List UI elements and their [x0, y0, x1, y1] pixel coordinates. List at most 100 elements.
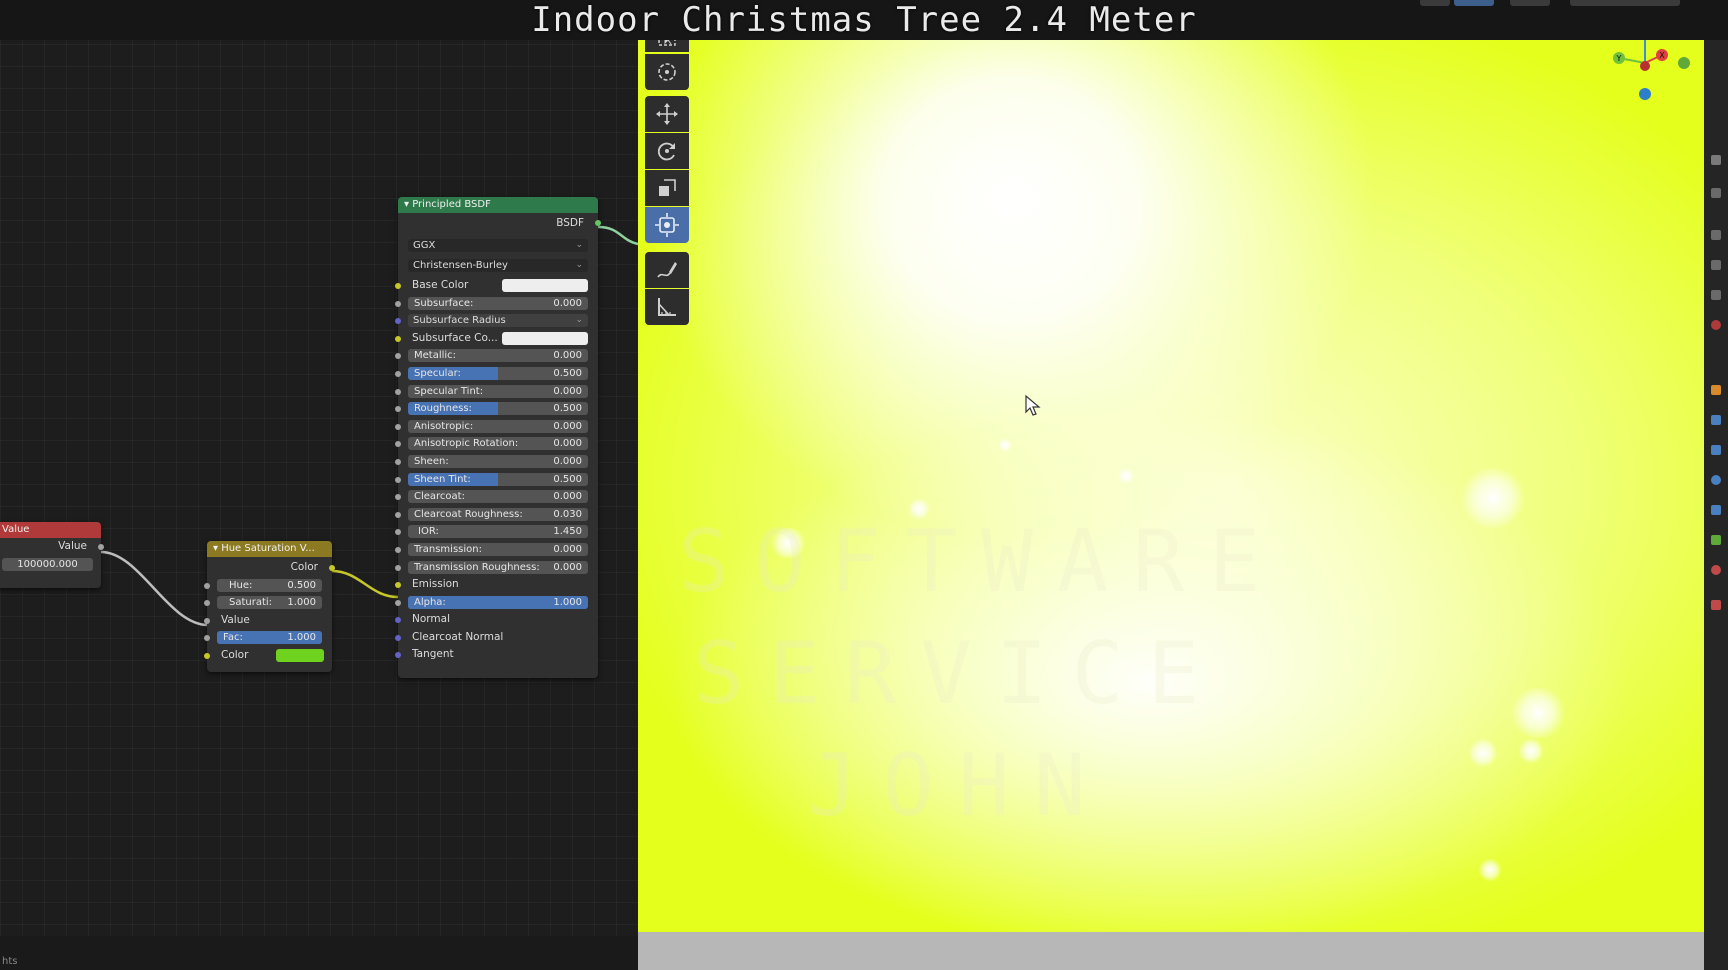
collapse-arrow-icon[interactable]: ▾: [404, 199, 412, 210]
gizmo-neg-z-handle[interactable]: [1639, 88, 1651, 100]
value-output-socket[interactable]: [98, 544, 104, 550]
normal-socket[interactable]: [395, 617, 401, 624]
viewport-3d[interactable]: SOFTWARE SERVICE JOHN: [638, 38, 1704, 932]
base-color-swatch[interactable]: [502, 279, 588, 292]
sheen-socket[interactable]: [395, 458, 401, 465]
collapse-arrow-icon[interactable]: ▾: [213, 543, 221, 554]
fac-socket[interactable]: [204, 635, 210, 642]
transmission-roughness-field[interactable]: Transmission Roughness: 0.000: [408, 560, 588, 574]
saturation-field[interactable]: Saturati: 1.000: [217, 596, 322, 610]
subsurface-radius-socket[interactable]: [395, 318, 401, 325]
node-editor[interactable]: Value Value 100000.000 ▾ Hue Saturation …: [0, 0, 638, 970]
principled-bsdf-node[interactable]: ▾ Principled BSDF BSDF GGX ⌄ Christensen-…: [395, 197, 601, 678]
move-tool[interactable]: [645, 96, 689, 132]
hue-field[interactable]: Hue: 0.500: [217, 578, 322, 592]
ior-socket[interactable]: [395, 529, 401, 536]
tangent-socket[interactable]: [395, 652, 401, 659]
metallic-field[interactable]: Metallic: 0.000: [408, 349, 588, 363]
alpha-slider[interactable]: Alpha: 1.000: [408, 595, 588, 609]
world-tab-icon[interactable]: [1711, 320, 1721, 330]
material-tab-icon[interactable]: [1711, 565, 1721, 575]
subsurface-method-dropdown[interactable]: Christensen-Burley ⌄: [408, 259, 588, 272]
specular-tint-field[interactable]: Specular Tint: 0.000: [408, 384, 588, 398]
fac-slider[interactable]: Fac: 1.000: [217, 631, 322, 645]
annotate-tool[interactable]: [645, 252, 689, 288]
clearcoat-normal-socket[interactable]: [395, 634, 401, 641]
bsdf-output-socket[interactable]: [595, 220, 601, 226]
object-tab-icon[interactable]: [1711, 385, 1721, 395]
tool-tab-icon[interactable]: [1711, 155, 1721, 165]
anisotropic-rotation-field[interactable]: Anisotropic Rotation: 0.000: [408, 437, 588, 451]
texture-tab-icon[interactable]: [1711, 600, 1721, 610]
alpha-socket[interactable]: [395, 599, 401, 606]
clearcoat-roughness-field[interactable]: Clearcoat Roughness: 0.030: [408, 507, 588, 521]
value-field[interactable]: 100000.000: [2, 557, 93, 571]
color-socket[interactable]: [204, 652, 210, 659]
transmission-field[interactable]: Transmission: 0.000: [408, 542, 588, 556]
sheen-field[interactable]: Sheen: 0.000: [408, 454, 588, 468]
subsurface-field[interactable]: Subsurface: 0.000: [408, 296, 588, 310]
subsurface-color-socket[interactable]: [395, 335, 401, 342]
subsurface-color-swatch[interactable]: [502, 331, 588, 345]
clearcoat-roughness-socket[interactable]: [395, 511, 401, 518]
subsurface-row: Subsurface: 0.000: [395, 295, 598, 313]
scale-tool[interactable]: [645, 170, 689, 206]
scene-tab-icon[interactable]: [1711, 290, 1721, 300]
cursor-tool[interactable]: [645, 54, 689, 90]
clearcoat-value: 0.000: [553, 491, 582, 503]
transmission-socket[interactable]: [395, 546, 401, 553]
rotate-tool[interactable]: [645, 133, 689, 169]
value-node[interactable]: Value Value 100000.000: [0, 522, 104, 588]
value-socket[interactable]: [204, 617, 210, 624]
transmission-roughness-socket[interactable]: [395, 564, 401, 571]
watermark: SOFTWARE SERVICE JOHN: [678, 506, 1260, 842]
metallic-socket[interactable]: [395, 353, 401, 360]
clearcoat-roughness-value: 0.030: [553, 508, 582, 520]
base-color-socket[interactable]: [395, 283, 401, 289]
distribution-value: GGX: [413, 240, 436, 251]
physics-tab-icon[interactable]: [1711, 475, 1721, 485]
huesat-fac-row: Fac: 1.000: [204, 629, 332, 647]
anisotropic-label: Anisotropic:: [414, 420, 474, 432]
hue-socket[interactable]: [204, 582, 210, 589]
sheen-tint-slider[interactable]: Sheen Tint: 0.500: [408, 472, 588, 486]
constraints-tab-icon[interactable]: [1711, 505, 1721, 515]
transform-tool[interactable]: [645, 207, 689, 243]
render-tab-icon[interactable]: [1711, 188, 1721, 198]
clearcoat-field[interactable]: Clearcoat: 0.000: [408, 490, 588, 504]
specular-slider[interactable]: Specular: 0.500: [408, 366, 588, 380]
clearcoat-socket[interactable]: [395, 494, 401, 501]
particles-tab-icon[interactable]: [1711, 445, 1721, 455]
data-tab-icon[interactable]: [1711, 535, 1721, 545]
subsurface-socket[interactable]: [395, 300, 401, 307]
hue-saturation-node[interactable]: ▾ Hue Saturation V... Color Hue: 0.500 S…: [204, 541, 335, 672]
huesat-output-socket[interactable]: [329, 565, 335, 571]
anisotropic-rotation-socket[interactable]: [395, 441, 401, 448]
specular-label: Specular:: [414, 367, 461, 379]
anisotropic-value: 0.000: [553, 420, 582, 432]
huesat-node-header[interactable]: ▾ Hue Saturation V...: [207, 541, 332, 557]
anisotropic-socket[interactable]: [395, 423, 401, 430]
view-layer-tab-icon[interactable]: [1711, 260, 1721, 270]
value-node-header[interactable]: Value: [0, 522, 101, 538]
subsurface-radius-dropdown[interactable]: Subsurface Radius ⌄: [408, 314, 588, 328]
ior-field[interactable]: IOR: 1.450: [408, 525, 588, 539]
output-tab-icon[interactable]: [1711, 230, 1721, 240]
roughness-socket[interactable]: [395, 406, 401, 413]
gizmo-neg-x-handle[interactable]: [1640, 61, 1650, 71]
saturation-socket[interactable]: [204, 600, 210, 607]
sheen-tint-socket[interactable]: [395, 476, 401, 483]
light-sparkle: [1468, 738, 1498, 768]
distribution-dropdown[interactable]: GGX ⌄: [408, 239, 588, 252]
emission-socket[interactable]: [395, 582, 401, 589]
anisotropic-field[interactable]: Anisotropic: 0.000: [408, 419, 588, 433]
roughness-slider[interactable]: Roughness: 0.500: [408, 402, 588, 416]
tangent-row: Tangent: [395, 646, 598, 664]
bsdf-node-header[interactable]: ▾ Principled BSDF: [398, 197, 598, 213]
huesat-color-swatch[interactable]: [276, 648, 324, 662]
gizmo-neg-y-handle[interactable]: [1678, 57, 1690, 69]
specular-socket[interactable]: [395, 370, 401, 377]
specular-tint-socket[interactable]: [395, 388, 401, 395]
measure-tool[interactable]: [645, 289, 689, 325]
modifier-tab-icon[interactable]: [1711, 415, 1721, 425]
